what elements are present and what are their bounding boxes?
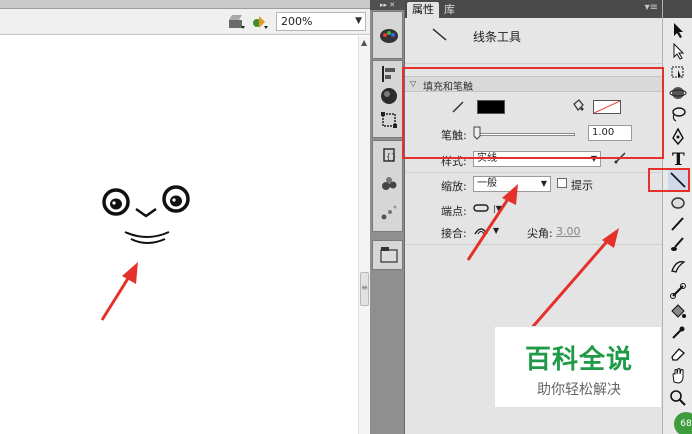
library-icon[interactable] bbox=[378, 244, 400, 266]
hint-label: 提示 bbox=[571, 179, 593, 192]
document-tab-strip bbox=[0, 0, 370, 9]
selection-tool-icon[interactable] bbox=[668, 20, 688, 40]
tool-name: 线条工具 bbox=[473, 30, 522, 44]
subselection-tool-icon[interactable] bbox=[668, 41, 688, 61]
divider bbox=[405, 244, 662, 245]
scale-select[interactable]: 一般 ▼ bbox=[473, 176, 551, 192]
deco-icon[interactable] bbox=[668, 256, 688, 276]
scale-value: 一般 bbox=[477, 178, 497, 189]
brush-icon[interactable] bbox=[668, 235, 688, 255]
dock-group-2 bbox=[372, 60, 403, 138]
text-icon[interactable]: T bbox=[668, 148, 688, 168]
chevron-down-icon[interactable]: ▼ bbox=[493, 226, 499, 235]
face-drawing[interactable] bbox=[95, 180, 205, 250]
panel-menu-icon[interactable]: ▾≡ bbox=[645, 2, 658, 13]
align-icon[interactable] bbox=[378, 63, 400, 85]
stage-area[interactable]: 200% ▼ ▲ ≡ bbox=[0, 0, 370, 434]
pen-icon[interactable] bbox=[668, 127, 688, 147]
tool-info-row: 线条工具 bbox=[405, 18, 662, 64]
pencil-icon[interactable] bbox=[668, 214, 688, 234]
svg-text:T: T bbox=[672, 150, 685, 168]
watermark: 百科全说 助你轻松解决 bbox=[494, 326, 662, 408]
edit-scene-icon[interactable] bbox=[228, 14, 246, 30]
rectangle-tool-icon[interactable] bbox=[668, 193, 688, 213]
hint-checkbox[interactable] bbox=[557, 178, 567, 188]
watermark-main-text: 百科全说 bbox=[524, 345, 633, 375]
transform-icon[interactable] bbox=[378, 109, 400, 131]
chevron-down-icon: ▼ bbox=[355, 16, 362, 26]
lasso-icon[interactable] bbox=[668, 104, 688, 124]
panel-dock: ▸▸ ✕ {} bbox=[370, 0, 405, 434]
dock-expand-icon[interactable]: ▸▸ ✕ bbox=[370, 0, 405, 10]
zoom-select[interactable]: 200% ▼ bbox=[276, 12, 366, 31]
components-icon[interactable]: {} bbox=[378, 145, 400, 167]
scale-label: 缩放: bbox=[441, 180, 467, 193]
tools-panel-header bbox=[663, 0, 692, 18]
highlight-box-fill-stroke bbox=[402, 67, 664, 159]
tab-properties[interactable]: 属性 bbox=[407, 2, 439, 18]
scroll-up-icon[interactable]: ▲ bbox=[361, 38, 367, 47]
svg-text:{}: {} bbox=[386, 152, 396, 161]
highlight-box-line-tool bbox=[648, 168, 690, 192]
join-label: 接合: bbox=[441, 227, 467, 240]
free-transform-icon[interactable] bbox=[668, 62, 688, 82]
scroll-thumb[interactable]: ≡ bbox=[360, 272, 369, 306]
edit-bar: 200% ▼ bbox=[0, 9, 370, 35]
miter-value[interactable]: 3.00 bbox=[556, 225, 581, 238]
motion-presets-icon[interactable] bbox=[378, 201, 400, 223]
color-icon[interactable] bbox=[378, 24, 400, 46]
chevron-down-icon[interactable]: |▼ bbox=[493, 204, 502, 213]
watermark-sub-text: 助你轻松解决 bbox=[537, 382, 621, 398]
eyedropper-icon[interactable] bbox=[668, 323, 688, 343]
dock-group-4 bbox=[372, 240, 403, 270]
round-join-icon[interactable] bbox=[473, 224, 489, 236]
dock-group-1 bbox=[372, 11, 403, 59]
cap-label: 端点: bbox=[441, 205, 467, 218]
dock-group-3: {} bbox=[372, 140, 403, 232]
vertical-scrollbar[interactable]: ▲ ≡ bbox=[358, 36, 370, 434]
paint-bucket-icon[interactable] bbox=[668, 302, 688, 322]
zoom-icon[interactable] bbox=[668, 388, 688, 408]
tools-panel: T bbox=[662, 0, 692, 434]
line-tool-icon bbox=[432, 28, 447, 41]
zoom-value: 200% bbox=[281, 15, 313, 28]
info-icon[interactable] bbox=[378, 85, 400, 107]
divider bbox=[405, 172, 662, 173]
chevron-down-icon: ▼ bbox=[540, 179, 547, 188]
miter-label: 尖角: bbox=[527, 227, 553, 240]
panel-tab-bar: 属性 库 ▾≡ bbox=[405, 0, 662, 18]
hand-icon[interactable] bbox=[668, 366, 688, 386]
round-cap-icon[interactable] bbox=[473, 202, 489, 214]
bone-icon[interactable] bbox=[668, 281, 688, 301]
3d-rotation-icon[interactable] bbox=[668, 83, 688, 103]
eraser-icon[interactable] bbox=[668, 344, 688, 364]
movie-explorer-icon[interactable] bbox=[378, 173, 400, 195]
tab-library[interactable]: 库 bbox=[439, 2, 460, 18]
corner-badge: 68 bbox=[674, 412, 692, 434]
edit-symbol-icon[interactable] bbox=[251, 14, 269, 30]
